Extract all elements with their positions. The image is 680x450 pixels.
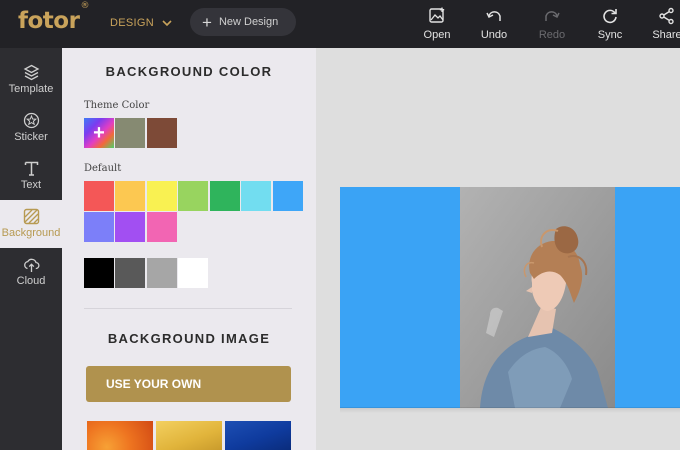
canvas-shadow	[340, 407, 680, 413]
share-icon	[659, 7, 674, 25]
add-theme-color-button[interactable]: +	[84, 118, 114, 148]
woman-portrait-image	[460, 187, 615, 408]
background-image-thumb[interactable]	[225, 421, 291, 450]
plus-icon: +	[93, 122, 105, 144]
sidebar-item-label: Cloud	[16, 275, 46, 287]
canvas-photo[interactable]	[460, 187, 615, 408]
sidebar-item-background[interactable]: Background	[0, 200, 62, 248]
redo-label: Redo	[538, 29, 566, 41]
color-swatch[interactable]	[178, 258, 208, 288]
left-sidebar: Template Sticker Text Background Cloud	[0, 48, 62, 450]
sync-label: Sync	[597, 29, 623, 41]
plus-icon: +	[202, 12, 212, 32]
share-label: Share	[652, 29, 680, 41]
fotor-editor: fotor® DESIGN + New Design Open Undo Red…	[0, 0, 680, 450]
background-image-heading: BACKGROUND IMAGE	[107, 331, 271, 346]
sidebar-item-cloud[interactable]: Cloud	[0, 248, 62, 296]
sidebar-item-label: Background	[1, 227, 61, 239]
sidebar-item-label: Sticker	[14, 131, 48, 143]
new-design-button[interactable]: + New Design	[190, 8, 296, 36]
design-menu-label: DESIGN	[110, 17, 154, 29]
undo-label: Undo	[480, 29, 508, 41]
open-button[interactable]: Open	[412, 7, 462, 43]
color-swatch[interactable]	[84, 258, 114, 288]
theme-color-label: Theme Color	[84, 100, 150, 111]
cloud-upload-icon	[23, 258, 39, 272]
new-design-label: New Design	[218, 16, 279, 28]
share-button[interactable]: Share	[642, 7, 680, 43]
undo-icon	[486, 11, 501, 21]
background-image-thumb[interactable]	[156, 421, 222, 450]
theme-swatch[interactable]	[147, 118, 177, 148]
layers-icon	[23, 64, 39, 81]
fotor-logo[interactable]: fotor®	[18, 1, 89, 34]
redo-button[interactable]: Redo	[527, 7, 577, 43]
background-color-heading: BACKGROUND COLOR	[105, 64, 273, 79]
color-swatch[interactable]	[115, 212, 145, 242]
chevron-down-icon	[162, 19, 172, 26]
top-bar: fotor® DESIGN + New Design Open Undo Red…	[0, 0, 680, 48]
color-swatch[interactable]	[147, 258, 177, 288]
sidebar-item-template[interactable]: Template	[0, 56, 62, 104]
color-swatch[interactable]	[115, 258, 145, 288]
sidebar-item-label: Text	[20, 179, 42, 191]
color-swatch[interactable]	[273, 181, 303, 211]
background-hatch-icon	[23, 208, 39, 225]
use-your-own-label: USE YOUR OWN	[106, 377, 202, 391]
sidebar-item-text[interactable]: Text	[0, 152, 62, 200]
color-swatch[interactable]	[115, 181, 145, 211]
text-icon	[24, 161, 38, 176]
redo-icon	[545, 11, 560, 21]
registered-mark: ®	[80, 1, 89, 12]
star-icon	[23, 112, 39, 129]
background-image-thumb[interactable]	[87, 421, 153, 450]
sidebar-item-label: Template	[8, 83, 54, 95]
sidebar-item-sticker[interactable]: Sticker	[0, 104, 62, 152]
color-swatch[interactable]	[84, 212, 114, 242]
design-menu[interactable]: DESIGN	[110, 14, 172, 32]
theme-swatch[interactable]	[115, 118, 145, 148]
color-swatch[interactable]	[147, 212, 177, 242]
undo-button[interactable]: Undo	[469, 7, 519, 43]
color-swatch[interactable]	[210, 181, 240, 211]
background-panel: BACKGROUND COLOR Theme Color + Default B…	[62, 48, 316, 450]
section-divider	[84, 308, 292, 309]
open-image-icon	[429, 7, 445, 23]
color-swatch[interactable]	[178, 181, 208, 211]
color-swatch[interactable]	[84, 181, 114, 211]
open-label: Open	[423, 29, 451, 41]
sync-button[interactable]: Sync	[585, 7, 635, 43]
color-swatch[interactable]	[241, 181, 271, 211]
default-colors-label: Default	[84, 163, 122, 174]
color-swatch[interactable]	[147, 181, 177, 211]
use-your-own-button[interactable]: USE YOUR OWN	[86, 366, 291, 402]
sync-icon	[603, 9, 617, 24]
